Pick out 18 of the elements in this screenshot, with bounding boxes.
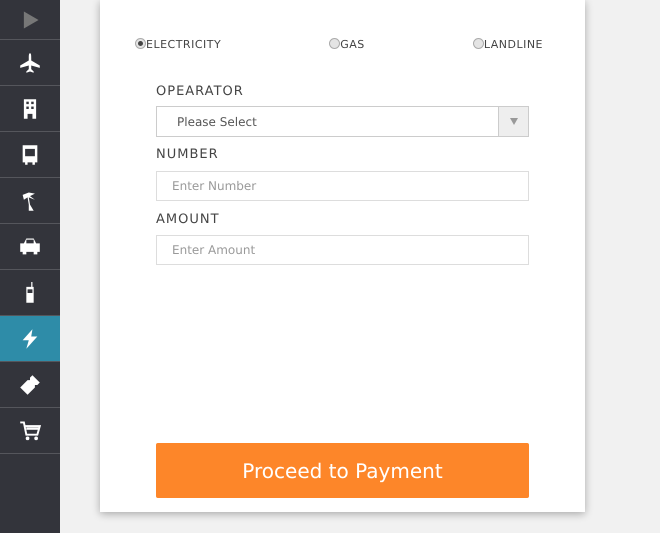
radio-button[interactable] <box>135 38 146 49</box>
shopping-cart-icon <box>19 420 41 442</box>
ticket-icon <box>19 374 41 396</box>
radio-button[interactable] <box>472 38 484 49</box>
radio-button[interactable] <box>329 38 340 49</box>
radio-label: ELECTRICITY <box>146 37 222 53</box>
radio-label: GAS <box>340 37 365 53</box>
car-icon <box>19 236 41 258</box>
operator-dropdown[interactable]: Please Select <box>156 106 529 137</box>
field-label: NUMBER <box>156 146 220 164</box>
airplane-icon <box>19 52 41 74</box>
number-field[interactable]: Enter Number <box>156 171 529 201</box>
caret-icon <box>510 118 518 125</box>
field-label: OPEARATOR <box>156 83 245 101</box>
sidebar-item[interactable] <box>0 316 60 362</box>
amount-field[interactable]: Enter Amount <box>156 235 529 265</box>
field-label: AMOUNT <box>156 211 221 229</box>
radio-label: LANDLINE <box>484 37 543 53</box>
